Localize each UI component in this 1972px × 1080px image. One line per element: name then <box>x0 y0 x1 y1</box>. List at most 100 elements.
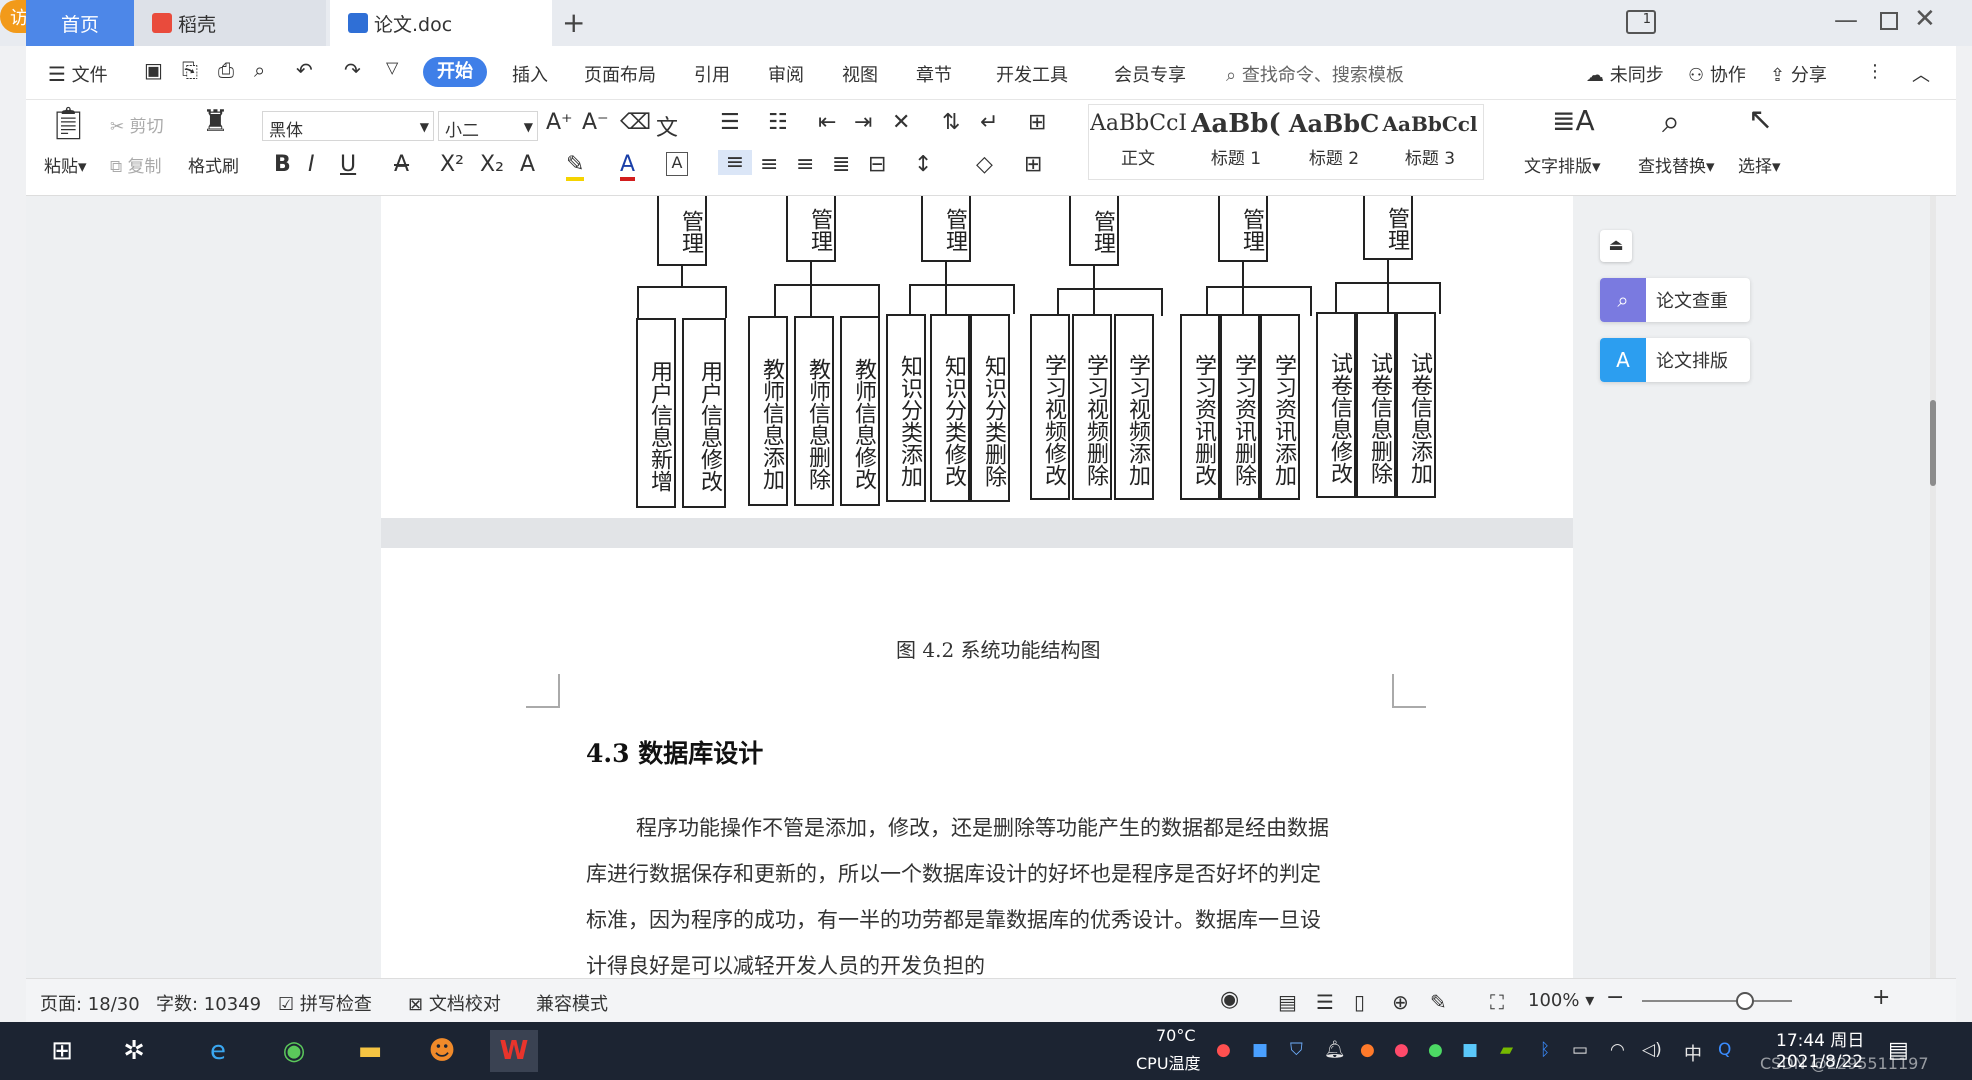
app-mask-icon[interactable]: ☻ <box>418 1030 466 1072</box>
format-painter-button[interactable]: 格式刷 <box>188 152 239 177</box>
menu-insert[interactable]: 插入 <box>512 61 548 87</box>
volume-icon[interactable]: ◁) <box>1642 1040 1662 1060</box>
strikethrough-icon[interactable]: A <box>394 152 409 177</box>
menu-view[interactable]: 视图 <box>842 61 878 87</box>
vertical-scrollbar[interactable] <box>1930 196 1936 978</box>
page-indicator[interactable]: 页面: 18/30 <box>40 990 140 1016</box>
ie-browser-icon[interactable]: e <box>194 1030 242 1072</box>
highlight-icon[interactable]: ✎ <box>566 152 585 181</box>
export-icon[interactable]: ⎘ <box>182 58 198 82</box>
bluetooth-icon[interactable]: ᛒ <box>1540 1040 1550 1060</box>
menu-dev-tools[interactable]: 开发工具 <box>996 61 1068 87</box>
document-area[interactable]: 管理 管理 管理 管理 管理 管理 用户信息新增 用户信息修改 教师信息添加 教… <box>26 196 1936 978</box>
app-fan-icon[interactable]: ✲ <box>110 1030 158 1072</box>
scrollbar-thumb[interactable] <box>1930 400 1936 486</box>
qq-icon[interactable]: ● <box>1394 1040 1409 1060</box>
eye-protection-icon[interactable]: ◉ <box>1220 987 1239 1012</box>
doc-proof-button[interactable]: ⊠ 文档校对 <box>408 990 501 1016</box>
chinese-layout-icon[interactable]: ✕ <box>892 110 910 135</box>
write-mode-icon[interactable]: ✎ <box>1430 990 1447 1014</box>
undo-icon[interactable]: ↶ <box>296 58 313 82</box>
tab-home[interactable]: 首页 <box>26 0 134 46</box>
menu-review[interactable]: 审阅 <box>768 61 804 87</box>
collapse-ribbon-icon[interactable]: ︿ <box>1912 61 1930 87</box>
wifi-icon[interactable]: ◠ <box>1610 1040 1625 1060</box>
tray-app-icon[interactable]: ■ <box>1252 1040 1268 1060</box>
battery-icon[interactable]: ▭ <box>1572 1040 1588 1060</box>
minimize-icon[interactable]: — <box>1834 6 1858 34</box>
collaborate-button[interactable]: ⚇ 协作 <box>1688 61 1746 87</box>
bold-icon[interactable]: B <box>274 152 291 177</box>
cursor-icon[interactable]: ↖ <box>1748 102 1773 137</box>
browser-360-icon[interactable]: ◉ <box>270 1030 318 1072</box>
print-icon[interactable]: ⎙ <box>218 58 234 82</box>
format-painter-icon[interactable]: ♜ <box>202 104 229 139</box>
web-view-icon[interactable]: ⊕ <box>1392 990 1409 1014</box>
zoom-in-icon[interactable]: + <box>1872 985 1890 1010</box>
qq-icon[interactable]: ● <box>1360 1040 1375 1060</box>
zoom-out-icon[interactable]: − <box>1606 985 1624 1010</box>
superscript-icon[interactable]: X² <box>440 152 464 177</box>
cut-button[interactable]: ✂ 剪切 <box>110 112 164 137</box>
paste-icon[interactable]: 📋︎ <box>48 104 89 142</box>
clear-format-icon[interactable]: ⌫ <box>620 110 651 135</box>
paste-button[interactable]: 粘贴▾ <box>44 152 87 177</box>
tab-document[interactable]: 论文.doc <box>330 0 552 46</box>
word-count[interactable]: 字数: 10349 <box>156 990 261 1016</box>
underline-icon[interactable]: U <box>340 152 356 177</box>
nvidia-icon[interactable]: ▰ <box>1500 1040 1513 1060</box>
page-view-icon[interactable]: ▤ <box>1278 990 1297 1014</box>
windows-start-icon[interactable]: ⊞ <box>38 1030 86 1072</box>
preview-icon[interactable]: ⌕ <box>254 58 265 82</box>
sort-icon[interactable]: ⇅ <box>942 110 960 135</box>
shield-icon[interactable]: ⛉ <box>1290 1040 1303 1060</box>
style-heading-1[interactable]: AaBb( 标题 1 <box>1188 104 1284 176</box>
tab-daoke[interactable]: 稻壳 <box>134 0 326 46</box>
borders-icon[interactable]: ⊞ <box>1024 152 1042 177</box>
more-icon[interactable]: ⋮ <box>1866 61 1884 82</box>
line-spacing-icon[interactable]: ↕ <box>914 152 932 177</box>
pinyin-icon[interactable]: 文 <box>656 110 678 142</box>
sync-status[interactable]: ☁ 未同步 <box>1586 61 1664 87</box>
show-marks-icon[interactable]: ↵ <box>980 110 998 135</box>
zoom-slider-track[interactable] <box>1642 1000 1792 1002</box>
distribute-icon[interactable]: ⊟ <box>868 152 886 177</box>
menu-start[interactable]: 开始 <box>423 57 487 87</box>
style-heading-2[interactable]: AaBbC 标题 2 <box>1286 104 1382 176</box>
italic-icon[interactable]: I <box>308 152 315 177</box>
text-layout-button[interactable]: 文字排版▾ <box>1524 152 1601 177</box>
shading-icon[interactable]: ◇ <box>976 152 993 177</box>
grow-font-icon[interactable]: A⁺ <box>546 110 573 135</box>
font-color-icon[interactable]: A <box>620 152 636 181</box>
clock-time[interactable]: 17:44 周日 <box>1776 1026 1864 1051</box>
redo-icon[interactable]: ↷ <box>344 58 361 82</box>
tray-app-icon[interactable]: ■ <box>1462 1040 1478 1060</box>
close-icon[interactable]: ✕ <box>1914 4 1936 34</box>
restore-icon[interactable] <box>1880 12 1898 30</box>
reading-view-icon[interactable]: ▯ <box>1354 990 1365 1014</box>
decrease-indent-icon[interactable]: ⇤ <box>818 110 836 135</box>
menu-page-layout[interactable]: 页面布局 <box>584 61 656 87</box>
spell-check-button[interactable]: ☑ 拼写检查 <box>278 990 372 1016</box>
style-normal[interactable]: AaBbCcI 正文 <box>1090 104 1186 176</box>
find-replace-button[interactable]: 查找替换▾ <box>1638 152 1715 177</box>
char-border-icon[interactable]: A <box>666 152 688 176</box>
command-search[interactable]: ⌕ 查找命令、搜索模板 <box>1226 61 1404 87</box>
zoom-slider-thumb[interactable] <box>1736 992 1754 1010</box>
paper-check-button[interactable]: ⌕ 论文查重 <box>1600 278 1750 322</box>
align-right-icon[interactable]: ≡ <box>796 152 814 177</box>
text-layout-icon[interactable]: ≣A <box>1552 104 1595 137</box>
style-heading-3[interactable]: AaBbCcl 标题 3 <box>1382 104 1478 176</box>
shrink-font-icon[interactable]: A⁻ <box>582 110 609 135</box>
increase-indent-icon[interactable]: ⇥ <box>854 110 872 135</box>
copy-button[interactable]: ⧉ 复制 <box>110 152 162 177</box>
font-size-select[interactable]: 小二 ▼ <box>438 111 538 141</box>
bell-icon[interactable]: 🔔︎ <box>1324 1040 1346 1060</box>
share-button[interactable]: ⇪ 分享 <box>1770 61 1827 87</box>
fit-page-icon[interactable]: ⛶ <box>1490 990 1504 1014</box>
justify-icon[interactable]: ≣ <box>832 152 850 177</box>
subscript-icon[interactable]: X₂ <box>480 152 504 177</box>
align-left-icon[interactable]: ≡ <box>718 150 752 175</box>
align-center-icon[interactable]: ≡ <box>760 152 778 177</box>
tray-app-icon[interactable]: ● <box>1216 1040 1231 1060</box>
